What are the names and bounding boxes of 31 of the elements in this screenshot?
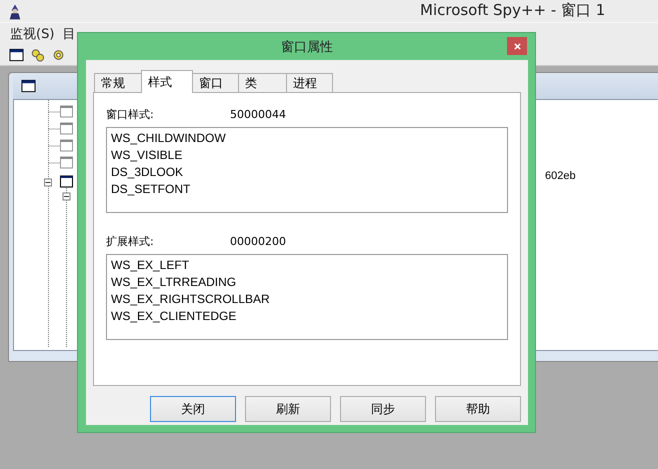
list-item[interactable]: WS_EX_CLIENTEDGE <box>111 308 503 325</box>
tab[interactable]: 常规 <box>94 73 142 93</box>
list-item[interactable]: WS_EX_LTRREADING <box>111 274 503 291</box>
list-item[interactable]: WS_EX_RIGHTSCROLLBAR <box>111 291 503 308</box>
list-item[interactable]: DS_SETFONT <box>111 181 503 198</box>
dialog-button[interactable]: 关闭 <box>150 396 236 422</box>
window-icon[interactable] <box>9 48 24 62</box>
menu-item[interactable]: 监视(S) <box>10 25 54 43</box>
gears-icon[interactable] <box>30 48 45 62</box>
list-item[interactable]: DS_3DLOOK <box>111 164 503 181</box>
list-item[interactable]: WS_CHILDWINDOW <box>111 130 503 147</box>
dialog-title: 窗口属性 <box>281 38 333 56</box>
field-label: 窗口样式: <box>106 106 155 122</box>
field-value: 50000044 <box>230 108 286 120</box>
tab[interactable]: 进程 <box>286 73 333 93</box>
close-icon <box>514 42 520 50</box>
tab[interactable]: 样式 <box>141 70 193 93</box>
dialog-button[interactable]: 帮助 <box>435 396 521 422</box>
field-label: 扩展样式: <box>106 234 155 248</box>
list-item[interactable]: WS_EX_LEFT <box>111 257 503 274</box>
field-value: 00000200 <box>230 234 286 248</box>
gear-icon[interactable] <box>51 48 66 62</box>
close-button[interactable] <box>507 37 527 55</box>
list-item[interactable]: WS_VISIBLE <box>111 147 503 164</box>
menu-item[interactable]: 目 <box>62 25 76 43</box>
dialog-button[interactable]: 同步 <box>340 396 426 422</box>
window-icon <box>21 79 36 93</box>
dialog-button[interactable]: 刷新 <box>245 396 331 422</box>
handle-text: 602eb <box>545 170 576 182</box>
window-title: Microsoft Spy++ - 窗口 1 <box>420 1 606 20</box>
spy-icon <box>8 2 22 20</box>
